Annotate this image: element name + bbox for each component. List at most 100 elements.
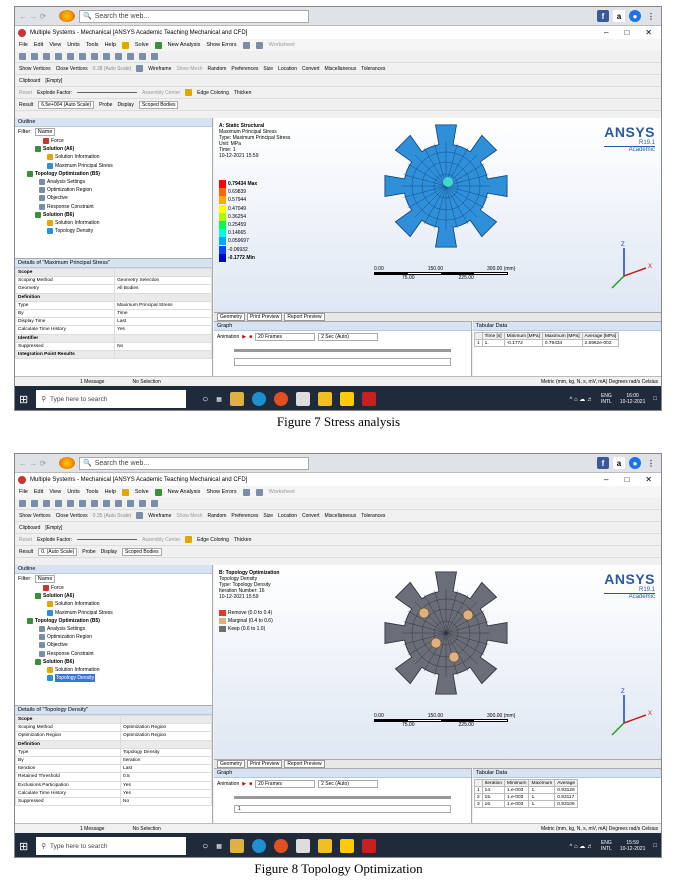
units-status[interactable]: Metric (mm, kg, N, s, mV, mA) Degrees ra…	[541, 826, 658, 832]
menu-icon[interactable]: ⋮	[645, 457, 657, 469]
rotate-icon[interactable]	[79, 500, 86, 507]
ansys-workbench-icon[interactable]	[339, 839, 354, 853]
zoom-icon[interactable]	[103, 500, 110, 507]
explode-factor-slider[interactable]	[77, 92, 138, 93]
details-row[interactable]: Scope	[15, 267, 212, 278]
tabular-column-header[interactable]	[474, 779, 483, 787]
random-button[interactable]: Random	[207, 66, 226, 72]
message-count[interactable]: 1 Message	[80, 826, 104, 832]
details-row[interactable]: Exclusions Participation Yes	[15, 780, 212, 790]
windows-start-icon[interactable]: ⊞	[19, 840, 28, 853]
tray-icons[interactable]: ^ ⌂ ☁ ♬	[570, 396, 593, 403]
details-row[interactable]: Iteration Last	[15, 764, 212, 774]
toolbar-icon[interactable]	[255, 41, 263, 49]
frames-select[interactable]: 20 Frames	[255, 333, 316, 341]
details-value[interactable]: 0.5	[120, 772, 212, 782]
tree-item-solution-information[interactable]: Solution Information	[19, 153, 212, 161]
details-row[interactable]: Calculate Time History Yes	[15, 325, 212, 335]
tree-item-solution-a6[interactable]: Solution (A6)	[19, 145, 212, 153]
graphics-viewport[interactable]: A: Static Structural Maximum Principal S…	[214, 118, 661, 312]
taskbar-search-input[interactable]: ⚲ Type here to search	[36, 390, 187, 408]
stop-icon[interactable]: ■	[249, 781, 252, 787]
menu-units[interactable]: Units	[67, 42, 80, 48]
app-icon[interactable]	[295, 839, 310, 853]
task-view-icon[interactable]: ▦	[216, 843, 222, 850]
menu-file[interactable]: File	[19, 42, 28, 48]
tree-item-topology-density[interactable]: Topology Density	[19, 674, 212, 683]
menu-view[interactable]: View	[49, 42, 61, 48]
zoom-fit-icon[interactable]	[115, 500, 122, 507]
tree-item-max-principal-stress[interactable]: Maximum Principal Stress	[19, 609, 212, 617]
taskbar-search-input[interactable]: ⚲ Type here to search	[36, 837, 187, 855]
tabular-column-header[interactable]: Maximum [MPa]	[541, 332, 583, 340]
random-button[interactable]: Random	[207, 513, 226, 519]
extension-icon[interactable]: ●	[629, 10, 641, 22]
size-button[interactable]: Size	[263, 66, 273, 72]
tree-item-optimization-region[interactable]: Optimization Region	[19, 633, 212, 641]
tabular-column-header[interactable]: Average [MPa]	[581, 332, 620, 340]
tree-item-max-principal-stress[interactable]: Maximum Principal Stress	[19, 162, 212, 170]
details-row[interactable]: Optimization Region Optimization Region	[15, 731, 212, 741]
firefox-taskbar-icon[interactable]	[273, 392, 288, 406]
details-row[interactable]: Scope	[15, 714, 212, 725]
tree-item-analysis-settings[interactable]: Analysis Settings	[19, 178, 212, 186]
face-icon[interactable]	[43, 53, 50, 60]
tabular-row[interactable]: 1 14. 1.e-003 1. 0.93128	[474, 786, 579, 794]
tabular-column-header[interactable]: Iteration	[481, 779, 506, 787]
details-value[interactable]: Yes	[120, 788, 212, 798]
task-view-icon[interactable]: ▦	[216, 396, 222, 403]
details-value[interactable]: Optimization Region	[120, 723, 212, 733]
details-row[interactable]: Definition	[15, 292, 212, 302]
play-icon[interactable]: ▶	[242, 781, 246, 787]
tree-item-solution-b6[interactable]: Solution (B6)	[19, 211, 212, 219]
tab-report-preview[interactable]: Report Preview	[284, 760, 325, 768]
browser-search-input[interactable]: 🔍 Search the web...	[79, 9, 309, 23]
tab-geometry[interactable]: Geometry	[217, 760, 245, 768]
pan-icon[interactable]	[91, 500, 98, 507]
duration-select[interactable]: 2 Sec (Auto)	[318, 780, 379, 788]
ansys-mechanical-icon[interactable]	[361, 839, 376, 853]
toolbar-icon[interactable]	[242, 41, 250, 49]
tabular-column-header[interactable]: Minimum [MPa]	[503, 332, 543, 340]
view-icon[interactable]	[139, 500, 146, 507]
location-button[interactable]: Location	[278, 66, 297, 72]
tab-geometry[interactable]: Geometry	[217, 313, 245, 321]
wireframe-button[interactable]: Wireframe	[148, 513, 171, 519]
clipboard-button[interactable]: Clipboard	[19, 525, 40, 531]
location-button[interactable]: Location	[278, 513, 297, 519]
tray-icons[interactable]: ^ ⌂ ☁ ♬	[570, 843, 593, 850]
tree-item-solution-a6[interactable]: Solution (A6)	[19, 592, 212, 600]
clock[interactable]: 16:00 10-12-2021	[620, 393, 646, 405]
message-count[interactable]: 1 Message	[80, 379, 104, 385]
select-icon[interactable]	[31, 500, 38, 507]
tabular-row[interactable]: 3 16. 1.e-003 1. 0.93106	[474, 800, 579, 808]
mail-icon[interactable]	[317, 839, 332, 853]
details-row[interactable]: Suppressed No	[15, 796, 212, 807]
notification-icon[interactable]: □	[653, 843, 657, 849]
tolerances-button[interactable]: Tolerances	[361, 66, 385, 72]
menu-edit[interactable]: Edit	[34, 42, 43, 48]
duration-select[interactable]: 2 Sec (Auto)	[318, 333, 379, 341]
details-row[interactable]: Type Topology Density	[15, 747, 212, 757]
view-icon[interactable]	[127, 53, 134, 60]
tree-item-solution-b6[interactable]: Solution (B6)	[19, 658, 212, 666]
details-value[interactable]: Maximum Principal Stress	[114, 300, 212, 310]
tree-item-optimization-region[interactable]: Optimization Region	[19, 186, 212, 194]
edge-icon[interactable]	[55, 53, 62, 60]
tab-report-preview[interactable]: Report Preview	[284, 313, 325, 321]
preferences-button[interactable]: Preferences	[231, 66, 258, 72]
details-value[interactable]: No	[120, 796, 212, 807]
timeline-track[interactable]	[234, 349, 451, 352]
show-mesh-button[interactable]: Show Mesh	[176, 66, 202, 72]
show-errors-button[interactable]: Show Errors	[206, 42, 236, 48]
close-vertices-button[interactable]: Close Vertices	[56, 513, 88, 519]
stop-icon[interactable]: ■	[249, 334, 252, 340]
maximize-icon[interactable]: □	[624, 28, 629, 37]
tree-item-topology-optimization[interactable]: Topology Optimization (B5)	[19, 617, 212, 625]
edge-browser-icon[interactable]	[251, 392, 266, 406]
notification-icon[interactable]: □	[653, 396, 657, 402]
minimize-icon[interactable]: –	[604, 28, 608, 37]
preferences-button[interactable]: Preferences	[231, 513, 258, 519]
menu-help[interactable]: Help	[105, 42, 116, 48]
file-explorer-icon[interactable]	[229, 839, 244, 853]
